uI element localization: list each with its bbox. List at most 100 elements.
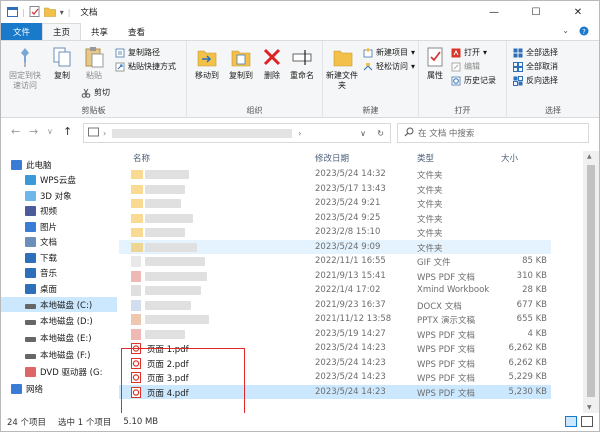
move-to-button[interactable]: 移动到 [189, 45, 225, 81]
folder-icon [131, 242, 143, 252]
nav-item-label: 本地磁盘 (D:) [40, 316, 93, 327]
maximize-icon[interactable]: ☐ [515, 1, 557, 23]
nav-item[interactable]: 本地磁盘 (C:) [1, 297, 117, 312]
recent-dropdown-icon[interactable]: ∨ [47, 127, 53, 136]
nav-item-label: 网络 [26, 384, 44, 395]
customize-dropdown-icon[interactable]: ▾ [60, 8, 64, 17]
forward-arrow-icon[interactable]: → [29, 125, 38, 138]
search-box[interactable]: 在 文档 中搜索 [397, 123, 589, 143]
new-folder-button[interactable]: 新建文件夹 [325, 45, 361, 91]
select-group-label: 选择 [545, 106, 561, 115]
nav-item[interactable]: 网络 [1, 381, 117, 396]
refresh-icon[interactable]: ↻ [377, 129, 384, 138]
details-view-icon[interactable] [565, 416, 577, 427]
table-row[interactable]: 2023/5/19 14:27 WPS PDF 文档 4 KB [119, 327, 551, 342]
table-row[interactable]: 2023/5/24 14:32 文件夹 [119, 167, 551, 182]
column-header-name[interactable]: 名称 [133, 151, 150, 165]
nav-item[interactable]: 下载 [1, 250, 117, 265]
help-icon[interactable]: ? [579, 26, 589, 38]
up-arrow-icon[interactable]: ↑ [63, 125, 72, 138]
paste-shortcut-button[interactable]: 粘贴快捷方式 [115, 61, 176, 72]
open-label: 打开 [464, 48, 480, 57]
file-type: 文件夹 [417, 229, 443, 239]
tab-view[interactable]: 查看 [118, 23, 155, 40]
edit-button[interactable]: 编辑 [451, 61, 480, 72]
table-row[interactable]: 2021/11/12 13:58 PPTX 演示文稿 655 KB [119, 312, 551, 327]
selected-count: 选中 1 个项目 [58, 418, 112, 428]
file-modified: 2023/5/19 14:27 [315, 328, 386, 339]
pc-icon [11, 159, 22, 170]
table-row[interactable]: 2022/1/4 17:02 Xmind Workbook 28 KB [119, 283, 551, 298]
drive-icon [25, 353, 36, 359]
history-button[interactable]: 历史记录 [451, 75, 496, 86]
close-icon[interactable]: ✕ [557, 1, 599, 23]
nav-item[interactable]: WPS云盘 [1, 172, 117, 187]
invert-selection-button[interactable]: 反向选择 [513, 75, 558, 86]
back-arrow-icon[interactable]: ← [11, 125, 20, 138]
move-to-label: 移动到 [195, 71, 219, 80]
rename-button[interactable]: 重命名 [285, 45, 319, 81]
column-header-size[interactable]: 大小 [501, 151, 518, 165]
properties-check-icon[interactable] [29, 5, 40, 19]
nav-item[interactable]: 视频 [1, 203, 117, 218]
nav-item[interactable]: 本地磁盘 (E:) [1, 330, 117, 345]
nav-item[interactable]: 本地磁盘 (D:) [1, 313, 117, 328]
expand-ribbon-icon[interactable]: ⌄ [562, 26, 569, 38]
blurred-file-name [145, 170, 189, 179]
organize-group-label: 组织 [246, 106, 263, 115]
nav-item[interactable]: 音乐 [1, 265, 117, 280]
nav-item[interactable]: 图片 [1, 219, 117, 234]
copy-button[interactable]: 复制 [45, 45, 79, 81]
blurred-file-name [145, 228, 185, 237]
scroll-down-icon[interactable]: ▼ [587, 404, 592, 411]
table-row[interactable]: 2021/9/13 15:41 WPS PDF 文档 310 KB [119, 269, 551, 284]
file-modified: 2023/5/24 9:25 [315, 212, 381, 223]
new-item-button[interactable]: 新建项目 ▾ [363, 47, 415, 58]
select-all-button[interactable]: 全部选择 [513, 47, 558, 58]
easy-access-button[interactable]: 轻松访问 ▾ [363, 61, 415, 72]
pin-quick-access-button[interactable]: 固定到快速访问 [7, 45, 43, 91]
table-row[interactable]: 2023/5/24 9:21 文件夹 [119, 196, 551, 211]
column-header-modified[interactable]: 修改日期 [315, 151, 349, 165]
nav-item[interactable]: 文档 [1, 234, 117, 249]
new-folder-small-icon[interactable] [43, 6, 56, 19]
window-title: 文档 [80, 8, 98, 18]
file-icon [131, 285, 141, 296]
delete-button[interactable]: 删除 [259, 45, 285, 81]
paste-label: 粘贴 [86, 71, 102, 80]
nav-item[interactable]: 本地磁盘 (F:) [1, 347, 117, 362]
column-header-type[interactable]: 类型 [417, 151, 434, 165]
cut-button[interactable]: 剪切 [81, 87, 110, 98]
address-bar[interactable]: › › ∨ ↻ [83, 123, 391, 143]
nav-item[interactable]: 此电脑 [1, 157, 117, 172]
nav-item[interactable]: 3D 对象 [1, 188, 117, 203]
table-row[interactable]: 2023/5/17 13:43 文件夹 [119, 182, 551, 197]
tab-file[interactable]: 文件 [1, 23, 43, 40]
large-icons-view-icon[interactable] [581, 416, 593, 427]
edit-label: 编辑 [464, 62, 480, 71]
table-row[interactable]: 2021/9/23 16:37 DOCX 文档 677 KB [119, 298, 551, 313]
nav-item[interactable]: DVD 驱动器 (G: [1, 364, 117, 379]
tab-home[interactable]: 主页 [42, 23, 82, 40]
tab-share[interactable]: 共享 [81, 23, 118, 40]
properties-button[interactable]: 属性 [421, 45, 449, 81]
open-button[interactable]: 打开 ▾ [451, 47, 487, 58]
table-row[interactable]: 2023/2/8 15:10 文件夹 [119, 225, 551, 240]
nav-item[interactable]: 桌面 [1, 281, 117, 296]
table-row[interactable]: 2023/5/24 9:09 文件夹 [119, 239, 551, 254]
paste-button[interactable]: 粘贴 [77, 45, 111, 81]
invert-selection-icon [513, 75, 523, 86]
scroll-up-icon[interactable]: ▲ [587, 153, 592, 160]
minimize-icon[interactable]: — [473, 1, 515, 23]
table-row[interactable]: 2022/11/1 16:55 GIF 文件 85 KB [119, 254, 551, 269]
copy-to-button[interactable]: 复制到 [223, 45, 259, 81]
vertical-scrollbar[interactable]: ▲ ▼ [583, 151, 599, 413]
copy-path-button[interactable]: 复制路径 [115, 47, 160, 58]
table-row[interactable]: 2023/5/24 9:25 文件夹 [119, 211, 551, 226]
copy-path-label: 复制路径 [128, 48, 160, 57]
file-size: 310 KB [516, 270, 547, 281]
select-none-button[interactable]: 全部取消 [513, 61, 558, 72]
address-dropdown-icon[interactable]: ∨ [360, 129, 366, 138]
blurred-file-name [145, 271, 207, 281]
scroll-thumb[interactable] [587, 165, 595, 397]
